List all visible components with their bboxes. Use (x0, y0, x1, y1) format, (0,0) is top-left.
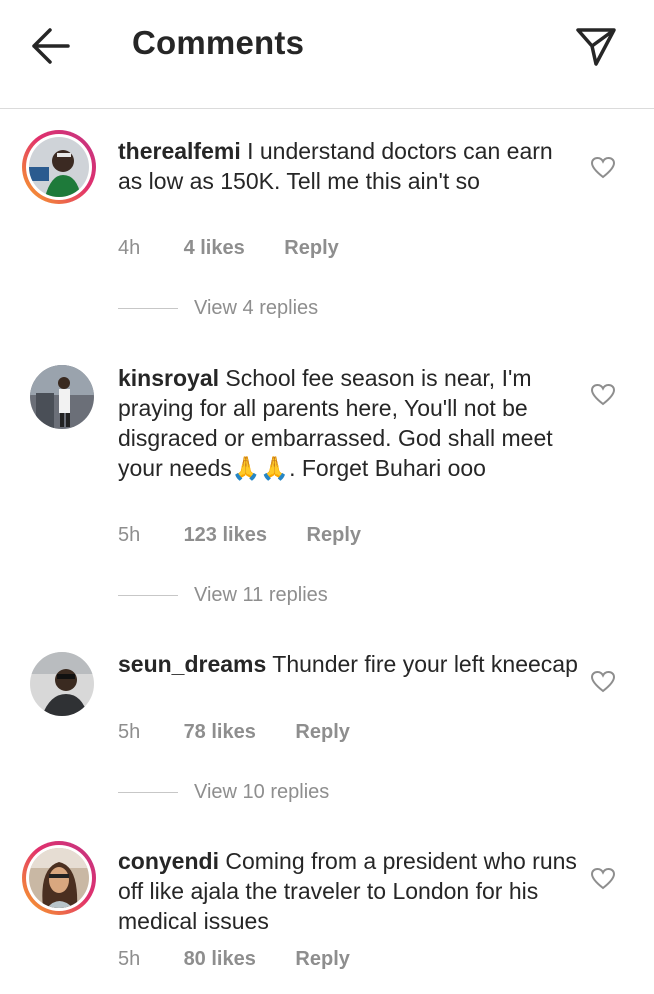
heart-outline-icon[interactable] (590, 383, 616, 407)
avatar-photo (29, 848, 89, 908)
comment-username[interactable]: seun_dreams (118, 651, 266, 677)
comment-username[interactable]: kinsroyal (118, 365, 219, 391)
heart-outline-icon[interactable] (590, 670, 616, 694)
comment-time: 5h (118, 721, 141, 743)
comment-body: seun_dreams Thunder fire your left kneec… (118, 649, 578, 679)
comment-time: 5h (118, 948, 141, 970)
share-button[interactable] (570, 20, 622, 72)
divider (118, 308, 178, 310)
comment-likes[interactable]: 78 likes (184, 721, 256, 744)
comment-likes[interactable]: 4 likes (184, 237, 245, 260)
comment-body: conyendi Coming from a president who run… (118, 846, 578, 936)
comment-likes[interactable]: 123 likes (184, 524, 267, 547)
comment-likes[interactable]: 80 likes (184, 948, 256, 971)
avatar-photo (30, 365, 94, 429)
comment-time: 5h (118, 524, 141, 546)
divider (118, 792, 178, 794)
avatar[interactable] (22, 130, 96, 204)
view-replies-label: View 10 replies (194, 781, 330, 803)
avatar[interactable] (30, 652, 94, 716)
avatar[interactable] (30, 365, 94, 429)
avatar-photo (30, 652, 94, 716)
view-replies-label: View 11 replies (194, 584, 328, 606)
heart-outline-icon[interactable] (590, 867, 616, 891)
header-bar: Comments (0, 0, 654, 109)
paper-plane-icon (576, 28, 616, 66)
comment-text: Thunder fire your left kneecap (272, 651, 578, 677)
comment-meta: 5h 123 likes Reply (118, 524, 361, 547)
back-button[interactable] (22, 22, 78, 70)
reply-button[interactable]: Reply (295, 948, 349, 971)
comment-meta: 5h 78 likes Reply (118, 721, 350, 744)
view-replies-label: View 4 replies (194, 297, 319, 319)
page-title: Comments (132, 24, 305, 61)
divider (118, 595, 178, 597)
comment-body: kinsroyal School fee season is near, I'm… (118, 363, 578, 483)
comment-username[interactable]: therealfemi (118, 138, 241, 164)
comment-body: therealfemi I understand doctors can ear… (118, 136, 578, 196)
reply-button[interactable]: Reply (307, 524, 361, 547)
view-replies-button[interactable]: View 11 replies (118, 584, 328, 614)
avatar[interactable] (22, 841, 96, 915)
reply-button[interactable]: Reply (284, 237, 338, 260)
avatar-photo (29, 137, 89, 197)
view-replies-button[interactable]: View 4 replies (118, 297, 318, 327)
comment-meta: 5h 80 likes Reply (118, 948, 350, 971)
comment-username[interactable]: conyendi (118, 848, 219, 874)
heart-outline-icon[interactable] (590, 156, 616, 180)
view-replies-button[interactable]: View 10 replies (118, 781, 329, 811)
comment-time: 4h (118, 237, 141, 259)
comment-meta: 4h 4 likes Reply (118, 237, 339, 260)
reply-button[interactable]: Reply (295, 721, 349, 744)
arrow-left-icon (32, 28, 70, 64)
